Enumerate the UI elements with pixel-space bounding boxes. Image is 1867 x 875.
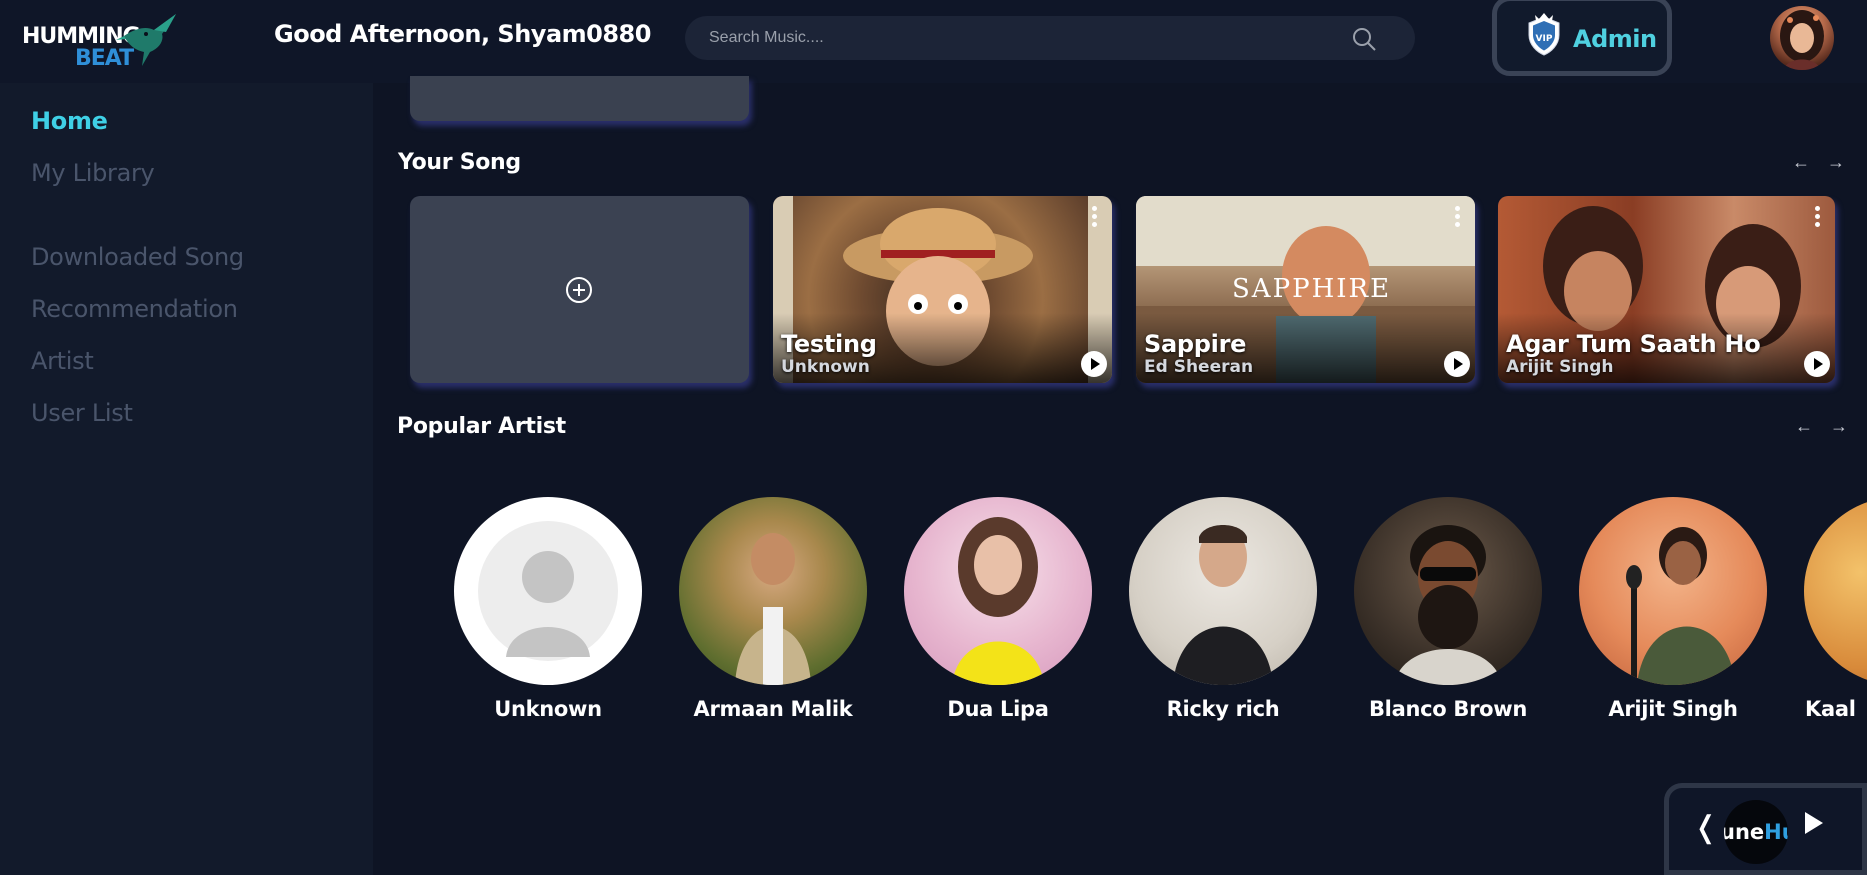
sidebar-item-recommendation[interactable]: Recommendation xyxy=(31,295,238,323)
artist-photo xyxy=(1354,497,1542,685)
play-icon[interactable] xyxy=(1081,351,1107,377)
song-title: Sappire xyxy=(1144,330,1247,358)
user-avatar[interactable] xyxy=(1770,6,1834,70)
marquee-text-blue: Hu xyxy=(1764,820,1788,844)
artist-portrait xyxy=(1626,527,1735,685)
sidebar-item-artist[interactable]: Artist xyxy=(31,347,94,375)
artist-photo xyxy=(1579,497,1767,685)
play-icon[interactable] xyxy=(1444,351,1470,377)
more-options-icon[interactable] xyxy=(1815,206,1821,230)
song-card[interactable]: Testing Unknown xyxy=(773,196,1112,383)
sidebar-item-user-list[interactable]: User List xyxy=(31,399,133,427)
add-song-card[interactable] xyxy=(410,196,749,383)
add-circle-icon xyxy=(566,277,592,303)
sidebar-item-home[interactable]: Home xyxy=(31,107,108,135)
artist-name: Kaal xyxy=(1805,697,1856,721)
song-artist: Arijit Singh xyxy=(1506,357,1614,377)
admin-shield-icon: VIP xyxy=(1528,13,1560,56)
artist-name: Ricky rich xyxy=(1166,697,1280,721)
artwork-title-text: SAPPHIRE xyxy=(1232,274,1392,304)
sidebar: Home My Library Downloaded Song Recommen… xyxy=(0,83,373,875)
artist-name: Armaan Malik xyxy=(693,697,853,721)
play-icon[interactable] xyxy=(1804,351,1830,377)
section-title-popular-artist: Popular Artist xyxy=(397,414,566,439)
search-bar[interactable] xyxy=(685,16,1415,60)
avatar-image xyxy=(1780,10,1824,70)
song-title: Agar Tum Saath Ho xyxy=(1506,330,1761,358)
hummingbeat-logo[interactable]: HUMMING BEAT xyxy=(20,6,176,72)
artist-portrait xyxy=(1394,525,1502,685)
search-icon[interactable] xyxy=(1351,26,1377,52)
previous-icon[interactable]: ❬ xyxy=(1693,810,1718,845)
default-user-icon xyxy=(478,521,618,661)
greeting-text: Good Afternoon, Shyam0880 xyxy=(274,20,651,48)
song-artist: Unknown xyxy=(781,357,870,377)
more-options-icon[interactable] xyxy=(1092,206,1098,230)
artist-photo xyxy=(454,497,642,685)
song-card[interactable]: Agar Tum Saath Ho Arijit Singh xyxy=(1498,196,1835,383)
top-bar: HUMMING BEAT Good Afternoon, Shyam0880 V… xyxy=(0,0,1867,83)
your-song-scroll-arrows[interactable]: ← → xyxy=(1792,152,1851,173)
search-input[interactable] xyxy=(709,16,1329,60)
more-options-icon[interactable] xyxy=(1455,206,1461,230)
admin-label: Admin xyxy=(1573,25,1657,53)
artist-name: Unknown xyxy=(494,697,602,721)
mini-player: ❬ uneHu xyxy=(1664,783,1867,875)
popular-artist-scroll-arrows[interactable]: ← → xyxy=(1795,416,1854,437)
song-title: Testing xyxy=(781,330,877,358)
artist-portrait xyxy=(1173,525,1273,685)
artist-item[interactable]: Kaal xyxy=(1803,497,1867,737)
now-playing-disc[interactable]: uneHu xyxy=(1724,800,1788,864)
hummingbird-icon xyxy=(116,14,176,66)
artist-name: Arijit Singh xyxy=(1608,697,1738,721)
section-title-your-song: Your Song xyxy=(398,150,521,175)
song-card[interactable]: SAPPHIRE Sappire Ed Sheeran xyxy=(1136,196,1475,383)
sidebar-item-downloaded-song[interactable]: Downloaded Song xyxy=(31,243,244,271)
artist-photo xyxy=(1129,497,1317,685)
artist-portrait xyxy=(952,517,1044,685)
sidebar-item-my-library[interactable]: My Library xyxy=(31,159,155,187)
artist-name: Blanco Brown xyxy=(1368,697,1528,721)
song-artist: Ed Sheeran xyxy=(1144,357,1254,377)
artist-photo xyxy=(1804,497,1867,685)
artist-portrait xyxy=(735,533,811,685)
artist-name: Dua Lipa xyxy=(947,697,1049,721)
play-next-icon[interactable] xyxy=(1805,812,1823,834)
svg-text:VIP: VIP xyxy=(1536,34,1553,44)
admin-button[interactable]: VIP Admin xyxy=(1492,0,1672,76)
artist-photo xyxy=(679,497,867,685)
previous-row-card[interactable] xyxy=(410,76,749,121)
marquee-text-white: une xyxy=(1724,820,1765,844)
artist-photo xyxy=(904,497,1092,685)
